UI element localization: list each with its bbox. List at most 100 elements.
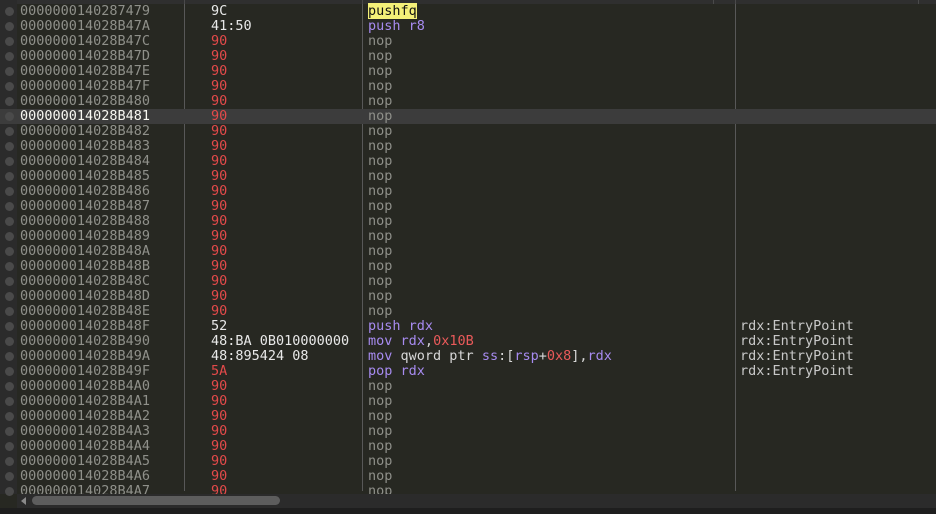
instruction-cell: nop — [368, 274, 392, 289]
instruction-row[interactable]: 000000014028B4A0 90 nop — [0, 379, 936, 394]
breakpoint-dot-icon[interactable] — [5, 7, 14, 16]
instruction-row[interactable]: 000000014028B4A5 90 nop — [0, 454, 936, 469]
breakpoint-dot-icon[interactable] — [5, 202, 14, 211]
operand-token: ss — [481, 348, 499, 364]
instruction-row[interactable]: 000000014028B47A 41:50 push r8 — [0, 19, 936, 34]
breakpoint-dot-icon[interactable] — [5, 37, 14, 46]
bytes-cell: 90 — [211, 108, 228, 124]
breakpoint-dot-icon[interactable] — [5, 142, 14, 151]
breakpoint-dot-icon[interactable] — [5, 67, 14, 76]
breakpoint-dot-icon[interactable] — [5, 307, 14, 316]
instruction-row[interactable]: 000000014028B482 90 nop — [0, 124, 936, 139]
scrollbar-thumb[interactable] — [32, 496, 280, 505]
instruction-row[interactable]: 000000014028B47D 90 nop — [0, 49, 936, 64]
instruction-row[interactable]: 000000014028B49F 5A pop rdx rdx:EntryPoint — [0, 364, 936, 379]
instruction-row[interactable]: 000000014028B48A 90 nop — [0, 244, 936, 259]
breakpoint-dot-icon[interactable] — [5, 412, 14, 421]
breakpoint-dot-icon[interactable] — [5, 52, 14, 61]
instruction-cell: nop — [368, 154, 392, 169]
instruction-row[interactable]: 000000014028B485 90 nop — [0, 169, 936, 184]
breakpoint-dot-icon[interactable] — [5, 397, 14, 406]
instruction-cell: nop — [368, 424, 392, 439]
breakpoint-dot-icon[interactable] — [5, 367, 14, 376]
breakpoint-dot-icon[interactable] — [5, 112, 14, 121]
breakpoint-dot-icon[interactable] — [5, 472, 14, 481]
instruction-cell: push rdx — [368, 319, 433, 334]
breakpoint-dot-icon[interactable] — [5, 97, 14, 106]
breakpoint-dot-icon[interactable] — [5, 352, 14, 361]
scroll-left-arrow-icon[interactable] — [21, 497, 26, 505]
address-cell: 000000014028B4A1 — [20, 393, 151, 409]
mnemonic: nop — [368, 393, 393, 409]
instruction-cell: nop — [368, 139, 392, 154]
breakpoint-dot-icon[interactable] — [5, 292, 14, 301]
mnemonic: nop — [368, 243, 393, 259]
breakpoint-dot-icon[interactable] — [5, 187, 14, 196]
disassembly-view[interactable]: 0000000140287479 9C pushfq 000000014028B47A… — [0, 0, 936, 514]
bytes-cell: 90 — [211, 243, 228, 259]
comment-cell: rdx:EntryPoint — [740, 333, 854, 349]
breakpoint-dot-icon[interactable] — [5, 157, 14, 166]
instruction-cell: nop — [368, 214, 392, 229]
breakpoint-dot-icon[interactable] — [5, 172, 14, 181]
operand-token: 0x10B — [433, 333, 474, 349]
instruction-cell: nop — [368, 439, 392, 454]
bytes-cell: 90 — [211, 273, 228, 289]
instruction-row[interactable]: 000000014028B483 90 nop — [0, 139, 936, 154]
breakpoint-dot-icon[interactable] — [5, 82, 14, 91]
instruction-row[interactable]: 000000014028B487 90 nop — [0, 199, 936, 214]
instruction-row[interactable]: 000000014028B48E 90 nop — [0, 304, 936, 319]
operand-token: , — [424, 333, 434, 349]
breakpoint-dot-icon[interactable] — [5, 262, 14, 271]
instruction-row[interactable]: 000000014028B486 90 nop — [0, 184, 936, 199]
breakpoint-dot-icon[interactable] — [5, 247, 14, 256]
horizontal-scrollbar[interactable] — [17, 494, 936, 508]
breakpoint-dot-icon[interactable] — [5, 457, 14, 466]
instruction-row[interactable]: 000000014028B48F 52 push rdx rdx:EntryPoint — [0, 319, 936, 334]
instruction-row[interactable]: 000000014028B48D 90 nop — [0, 289, 936, 304]
instruction-row[interactable]: 000000014028B4A3 90 nop — [0, 424, 936, 439]
mnemonic: nop — [368, 258, 393, 274]
instruction-row[interactable]: 000000014028B4A1 90 nop — [0, 394, 936, 409]
instruction-row[interactable]: 000000014028B480 90 nop — [0, 94, 936, 109]
bytes-cell: 48:895424 08 — [211, 348, 309, 364]
breakpoint-dot-icon[interactable] — [5, 22, 14, 31]
instruction-row[interactable]: 000000014028B48C 90 nop — [0, 274, 936, 289]
breakpoint-dot-icon[interactable] — [5, 232, 14, 241]
instruction-row[interactable]: 000000014028B4A2 90 nop — [0, 409, 936, 424]
instruction-row[interactable]: 000000014028B4A6 90 nop — [0, 469, 936, 484]
instruction-row[interactable]: 000000014028B488 90 nop — [0, 214, 936, 229]
address-cell: 000000014028B47A — [20, 18, 151, 34]
instruction-row[interactable]: 000000014028B49A 48:895424 08 mov qword pt… — [0, 349, 936, 364]
breakpoint-dot-icon[interactable] — [5, 127, 14, 136]
instruction-row[interactable]: 0000000140287479 9C pushfq — [0, 3, 936, 19]
instruction-row[interactable]: 000000014028B48B 90 nop — [0, 259, 936, 274]
instruction-row[interactable]: 000000014028B481 90 nop — [0, 109, 936, 124]
bytes-cell: 90 — [211, 138, 228, 154]
breakpoint-dot-icon[interactable] — [5, 217, 14, 226]
bytes-cell: 90 — [211, 228, 228, 244]
mnemonic: nop — [368, 213, 393, 229]
instruction-row[interactable]: 000000014028B489 90 nop — [0, 229, 936, 244]
breakpoint-dot-icon[interactable] — [5, 487, 14, 496]
instruction-row[interactable]: 000000014028B490 48:BA 0B010000000 mov rdx… — [0, 334, 936, 349]
breakpoint-dot-icon[interactable] — [5, 337, 14, 346]
address-cell: 000000014028B47E — [20, 63, 151, 79]
bytes-cell: 90 — [211, 78, 228, 94]
address-cell: 000000014028B48A — [20, 243, 151, 259]
instruction-row[interactable]: 000000014028B47F 90 nop — [0, 79, 936, 94]
breakpoint-dot-icon[interactable] — [5, 322, 14, 331]
instruction-row[interactable]: 000000014028B4A4 90 nop — [0, 439, 936, 454]
instruction-row[interactable]: 000000014028B484 90 nop — [0, 154, 936, 169]
instruction-row[interactable]: 000000014028B47C 90 nop — [0, 34, 936, 49]
breakpoint-dot-icon[interactable] — [5, 427, 14, 436]
breakpoint-dot-icon[interactable] — [5, 382, 14, 391]
breakpoint-dot-icon[interactable] — [5, 442, 14, 451]
breakpoint-dot-icon[interactable] — [5, 277, 14, 286]
address-cell: 000000014028B48C — [20, 273, 151, 289]
address-cell: 000000014028B48E — [20, 303, 151, 319]
instruction-row[interactable]: 000000014028B47E 90 nop — [0, 64, 936, 79]
mnemonic: nop — [368, 153, 393, 169]
operand-token: rsp — [514, 348, 539, 364]
mnemonic: nop — [368, 63, 393, 79]
